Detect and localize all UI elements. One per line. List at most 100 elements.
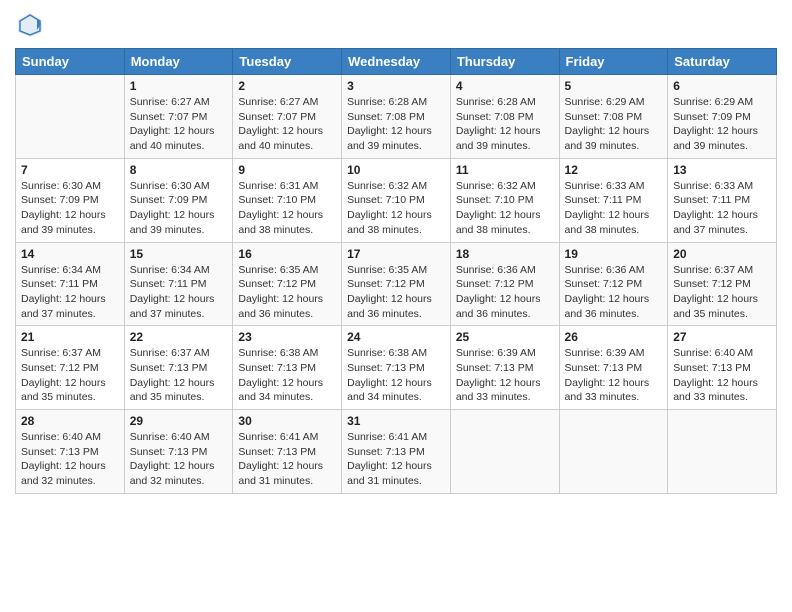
day-info: Sunrise: 6:31 AM Sunset: 7:10 PM Dayligh… [238, 179, 336, 238]
calendar-cell: 12 Sunrise: 6:33 AM Sunset: 7:11 PM Dayli… [559, 158, 668, 242]
day-number: 29 [130, 414, 228, 428]
calendar-cell: 30Sunrise: 6:41 AM Sunset: 7:13 PM Dayli… [233, 410, 342, 494]
day-number: 11 [456, 163, 554, 177]
calendar-cell: 15 Sunrise: 6:34 AM Sunset: 7:11 PM Dayli… [124, 242, 233, 326]
day-info: Sunrise: 6:41 AM Sunset: 7:13 PM Dayligh… [347, 430, 445, 489]
calendar-cell: 8Sunrise: 6:30 AM Sunset: 7:09 PM Daylig… [124, 158, 233, 242]
day-number: 12 [565, 163, 663, 177]
day-number: 31 [347, 414, 445, 428]
calendar-cell: 9 Sunrise: 6:31 AM Sunset: 7:10 PM Daylig… [233, 158, 342, 242]
calendar-cell: 3 Sunrise: 6:28 AM Sunset: 7:08 PM Daylig… [342, 75, 451, 159]
week-row-2: 7 Sunrise: 6:30 AM Sunset: 7:09 PM Daylig… [16, 158, 777, 242]
day-number: 25 [456, 330, 554, 344]
day-info: Sunrise: 6:33 AM Sunset: 7:11 PM Dayligh… [673, 179, 771, 238]
day-info: Sunrise: 6:32 AM Sunset: 7:10 PM Dayligh… [347, 179, 445, 238]
day-info: Sunrise: 6:39 AM Sunset: 7:13 PM Dayligh… [456, 346, 554, 405]
day-info: Sunrise: 6:40 AM Sunset: 7:13 PM Dayligh… [673, 346, 771, 405]
day-number: 7 [21, 163, 119, 177]
calendar-cell: 25 Sunrise: 6:39 AM Sunset: 7:13 PM Dayli… [450, 326, 559, 410]
day-header-friday: Friday [559, 49, 668, 75]
day-info: Sunrise: 6:37 AM Sunset: 7:12 PM Dayligh… [673, 263, 771, 322]
day-info: Sunrise: 6:37 AM Sunset: 7:13 PM Dayligh… [130, 346, 228, 405]
day-header-wednesday: Wednesday [342, 49, 451, 75]
day-number: 3 [347, 79, 445, 93]
day-info: Sunrise: 6:28 AM Sunset: 7:08 PM Dayligh… [347, 95, 445, 154]
calendar-cell: 29Sunrise: 6:40 AM Sunset: 7:13 PM Dayli… [124, 410, 233, 494]
calendar-cell [16, 75, 125, 159]
week-row-5: 28Sunrise: 6:40 AM Sunset: 7:13 PM Dayli… [16, 410, 777, 494]
day-number: 24 [347, 330, 445, 344]
day-header-saturday: Saturday [668, 49, 777, 75]
calendar-cell: 18 Sunrise: 6:36 AM Sunset: 7:12 PM Dayli… [450, 242, 559, 326]
day-number: 20 [673, 247, 771, 261]
header [15, 10, 777, 40]
day-info: Sunrise: 6:35 AM Sunset: 7:12 PM Dayligh… [238, 263, 336, 322]
day-info: Sunrise: 6:36 AM Sunset: 7:12 PM Dayligh… [456, 263, 554, 322]
calendar-cell: 7 Sunrise: 6:30 AM Sunset: 7:09 PM Daylig… [16, 158, 125, 242]
day-number: 9 [238, 163, 336, 177]
calendar-cell: 17Sunrise: 6:35 AM Sunset: 7:12 PM Dayli… [342, 242, 451, 326]
calendar-header: SundayMondayTuesdayWednesdayThursdayFrid… [16, 49, 777, 75]
calendar-cell: 20 Sunrise: 6:37 AM Sunset: 7:12 PM Dayli… [668, 242, 777, 326]
calendar-cell: 22 Sunrise: 6:37 AM Sunset: 7:13 PM Dayli… [124, 326, 233, 410]
calendar-cell: 23 Sunrise: 6:38 AM Sunset: 7:13 PM Dayli… [233, 326, 342, 410]
day-info: Sunrise: 6:27 AM Sunset: 7:07 PM Dayligh… [130, 95, 228, 154]
day-info: Sunrise: 6:29 AM Sunset: 7:09 PM Dayligh… [673, 95, 771, 154]
day-number: 14 [21, 247, 119, 261]
calendar-cell [559, 410, 668, 494]
day-header-sunday: Sunday [16, 49, 125, 75]
calendar-cell: 24Sunrise: 6:38 AM Sunset: 7:13 PM Dayli… [342, 326, 451, 410]
calendar-cell [450, 410, 559, 494]
calendar-cell: 31 Sunrise: 6:41 AM Sunset: 7:13 PM Dayli… [342, 410, 451, 494]
day-info: Sunrise: 6:37 AM Sunset: 7:12 PM Dayligh… [21, 346, 119, 405]
day-info: Sunrise: 6:34 AM Sunset: 7:11 PM Dayligh… [130, 263, 228, 322]
calendar-cell: 14Sunrise: 6:34 AM Sunset: 7:11 PM Dayli… [16, 242, 125, 326]
day-info: Sunrise: 6:38 AM Sunset: 7:13 PM Dayligh… [238, 346, 336, 405]
day-number: 23 [238, 330, 336, 344]
calendar-body: 1 Sunrise: 6:27 AM Sunset: 7:07 PM Daylig… [16, 75, 777, 494]
calendar-cell: 27 Sunrise: 6:40 AM Sunset: 7:13 PM Dayli… [668, 326, 777, 410]
day-number: 21 [21, 330, 119, 344]
day-info: Sunrise: 6:28 AM Sunset: 7:08 PM Dayligh… [456, 95, 554, 154]
day-number: 10 [347, 163, 445, 177]
calendar-cell: 10 Sunrise: 6:32 AM Sunset: 7:10 PM Dayli… [342, 158, 451, 242]
week-row-3: 14 Sunrise: 6:34 AM Sunset: 7:11 PM Dayli… [16, 242, 777, 326]
day-number: 8 [130, 163, 228, 177]
day-header-monday: Monday [124, 49, 233, 75]
calendar-cell: 6Sunrise: 6:29 AM Sunset: 7:09 PM Daylig… [668, 75, 777, 159]
calendar-cell: 16 Sunrise: 6:35 AM Sunset: 7:12 PM Dayli… [233, 242, 342, 326]
calendar-cell: 5 Sunrise: 6:29 AM Sunset: 7:08 PM Daylig… [559, 75, 668, 159]
day-info: Sunrise: 6:39 AM Sunset: 7:13 PM Dayligh… [565, 346, 663, 405]
calendar-cell: 21 Sunrise: 6:37 AM Sunset: 7:12 PM Dayli… [16, 326, 125, 410]
calendar-cell [668, 410, 777, 494]
day-number: 16 [238, 247, 336, 261]
day-info: Sunrise: 6:29 AM Sunset: 7:08 PM Dayligh… [565, 95, 663, 154]
week-row-1: 1 Sunrise: 6:27 AM Sunset: 7:07 PM Daylig… [16, 75, 777, 159]
day-header-thursday: Thursday [450, 49, 559, 75]
day-number: 18 [456, 247, 554, 261]
day-info: Sunrise: 6:30 AM Sunset: 7:09 PM Dayligh… [21, 179, 119, 238]
calendar-cell: 28Sunrise: 6:40 AM Sunset: 7:13 PM Dayli… [16, 410, 125, 494]
day-number: 4 [456, 79, 554, 93]
calendar-cell: 26Sunrise: 6:39 AM Sunset: 7:13 PM Dayli… [559, 326, 668, 410]
calendar-cell: 11 Sunrise: 6:32 AM Sunset: 7:10 PM Dayli… [450, 158, 559, 242]
day-number: 5 [565, 79, 663, 93]
day-number: 27 [673, 330, 771, 344]
day-number: 22 [130, 330, 228, 344]
day-header-row: SundayMondayTuesdayWednesdayThursdayFrid… [16, 49, 777, 75]
day-header-tuesday: Tuesday [233, 49, 342, 75]
calendar-table: SundayMondayTuesdayWednesdayThursdayFrid… [15, 48, 777, 494]
day-number: 19 [565, 247, 663, 261]
day-number: 30 [238, 414, 336, 428]
calendar-cell: 13 Sunrise: 6:33 AM Sunset: 7:11 PM Dayli… [668, 158, 777, 242]
day-info: Sunrise: 6:32 AM Sunset: 7:10 PM Dayligh… [456, 179, 554, 238]
day-info: Sunrise: 6:33 AM Sunset: 7:11 PM Dayligh… [565, 179, 663, 238]
day-info: Sunrise: 6:40 AM Sunset: 7:13 PM Dayligh… [21, 430, 119, 489]
day-number: 15 [130, 247, 228, 261]
week-row-4: 21 Sunrise: 6:37 AM Sunset: 7:12 PM Dayli… [16, 326, 777, 410]
day-number: 13 [673, 163, 771, 177]
calendar-page: SundayMondayTuesdayWednesdayThursdayFrid… [0, 0, 792, 612]
day-number: 1 [130, 79, 228, 93]
logo [15, 10, 49, 40]
day-info: Sunrise: 6:35 AM Sunset: 7:12 PM Dayligh… [347, 263, 445, 322]
